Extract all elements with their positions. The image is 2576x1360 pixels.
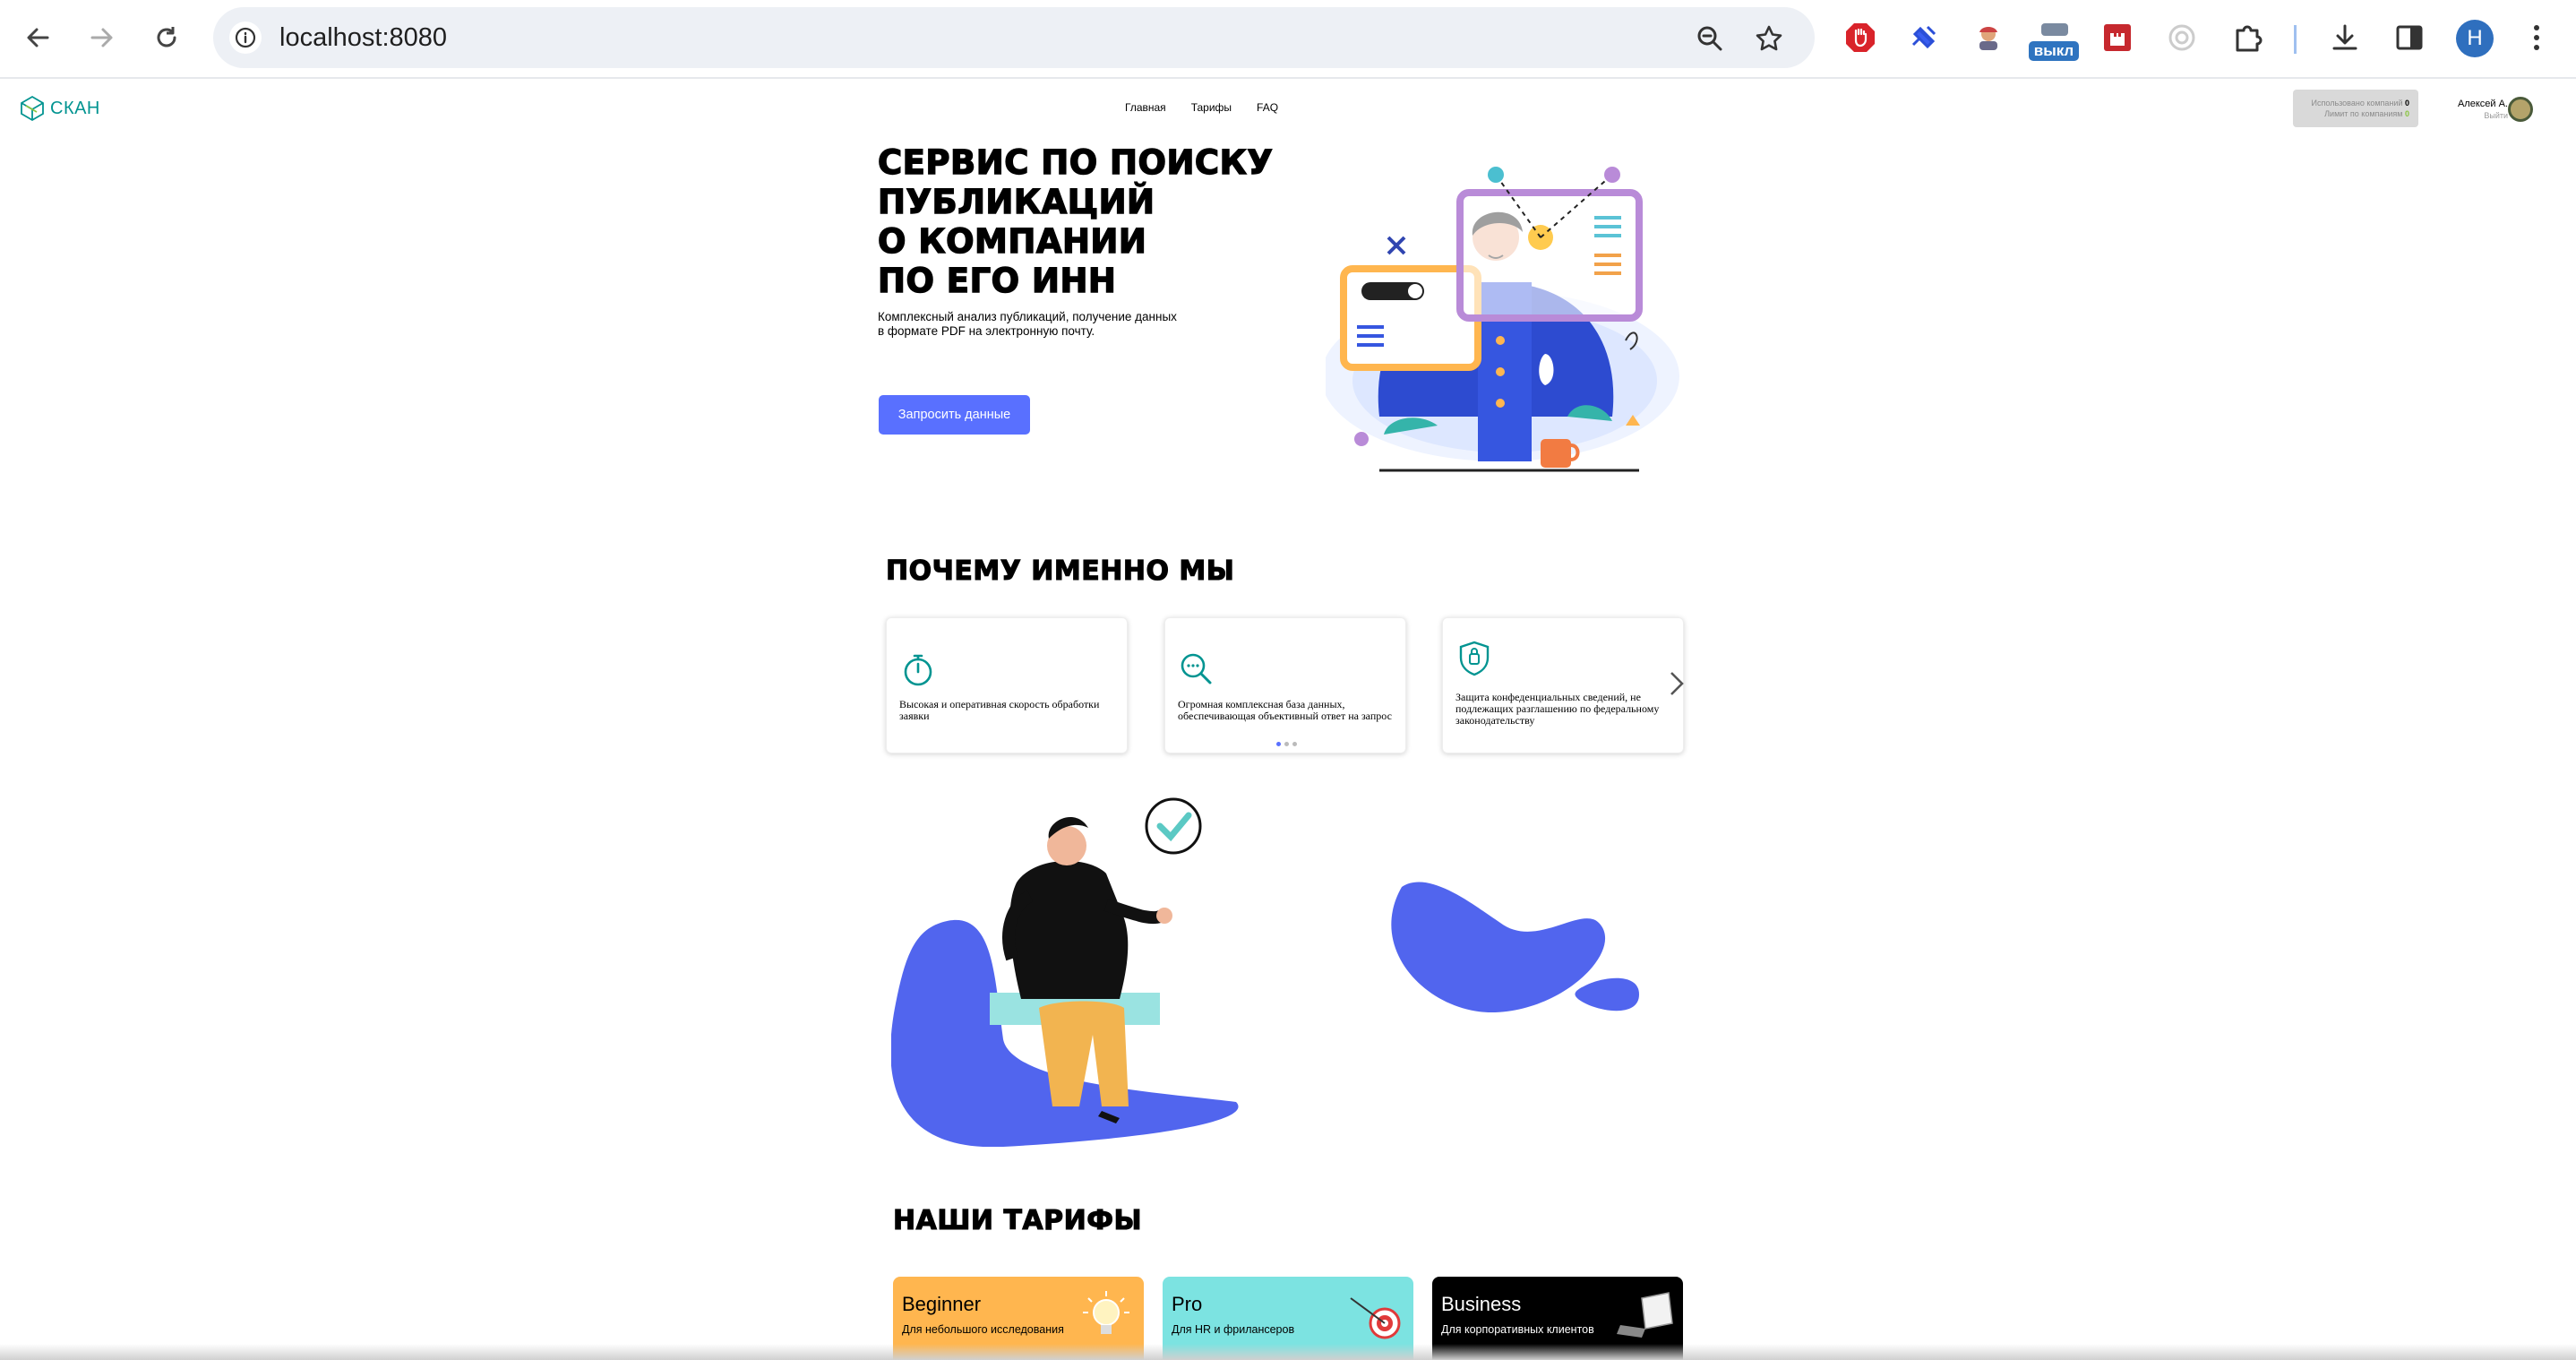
logout-link[interactable]: Выйти	[2484, 111, 2508, 120]
feature-card-text: Высокая и оперативная скорость обработки…	[899, 698, 1100, 722]
user-panel: Алексей А. Выйти	[2454, 95, 2544, 125]
hero-illustration	[1326, 167, 1679, 472]
lightbulb-icon	[1083, 1291, 1129, 1334]
carousel-dots	[1276, 742, 1297, 746]
arrow-right-icon	[90, 28, 113, 47]
tariff-description: Для HR и фрилансеров	[1172, 1323, 1295, 1336]
zoom-icon[interactable]	[1695, 23, 1725, 54]
satellite-extension-icon[interactable]	[1904, 18, 1944, 57]
browser-toolbar: localhost:8080 выкл H	[0, 0, 2576, 79]
feature-card-text: Защита конфеденциальных сведений, не под…	[1455, 691, 1660, 727]
logo-cube-icon	[21, 95, 44, 122]
target-icon	[1350, 1297, 1401, 1339]
carousel-next-icon[interactable]	[1668, 670, 1686, 697]
tariff-name: Business	[1441, 1293, 1522, 1315]
url-text[interactable]: localhost:8080	[279, 22, 447, 54]
tariff-description: Для корпоративных клиентов	[1441, 1323, 1594, 1336]
tariffs-title: НАШИ ТАРИФЫ	[892, 1204, 1143, 1236]
feature-card-text: Огромная комплексная база данных, обеспе…	[1178, 698, 1392, 722]
why-us-title: ПОЧЕМУ ИМЕННО МЫ	[885, 555, 1235, 587]
main-nav: Главная Тарифы FAQ	[1125, 101, 1278, 114]
window-bottom-edge	[0, 1344, 2576, 1360]
user-name: Алексей А.	[2457, 99, 2508, 109]
hero-title-line: О КОМПАНИИ	[877, 221, 1147, 261]
address-bar[interactable]: localhost:8080	[213, 7, 1815, 68]
feature-card: Защита конфеденциальных сведений, не под…	[1442, 617, 1684, 753]
hero-title-line: ПУБЛИКАЦИЙ	[877, 182, 1155, 221]
usage-info-panel: Использовано компаний 0 Лимит по компани…	[2293, 90, 2418, 127]
castle-extension-icon[interactable]	[2098, 18, 2137, 57]
menu-kebab-icon[interactable]	[2517, 18, 2556, 57]
bookmark-star-icon[interactable]	[1754, 23, 1784, 54]
site-info-icon[interactable]	[229, 22, 262, 54]
feature-card: Высокая и оперативная скорость обработки…	[886, 617, 1128, 753]
nav-link-home[interactable]: Главная	[1125, 101, 1166, 114]
middle-illustration	[891, 797, 1639, 1147]
feature-card: Огромная комплексная база данных, обеспе…	[1164, 617, 1406, 753]
search-icon	[1181, 653, 1212, 684]
tariff-name: Beginner	[902, 1293, 982, 1315]
nav-link-faq[interactable]: FAQ	[1257, 101, 1278, 114]
logo-text: СКАН	[50, 98, 100, 118]
request-data-button[interactable]: Запросить данные	[879, 395, 1030, 435]
carousel-dot[interactable]	[1292, 742, 1297, 746]
puzzle-extensions-icon[interactable]	[2228, 18, 2268, 57]
used-companies-value: 0	[2404, 99, 2409, 108]
laptop-icon	[1617, 1292, 1673, 1338]
profile-avatar[interactable]: H	[2456, 20, 2494, 57]
carousel-dot[interactable]	[1276, 742, 1281, 746]
toolbar-divider	[2294, 25, 2297, 54]
tariff-name: Pro	[1172, 1293, 1203, 1315]
toggle-extension-icon[interactable]: выкл	[2029, 22, 2079, 61]
user-avatar[interactable]	[2508, 97, 2533, 122]
back-button[interactable]	[18, 18, 57, 57]
reload-button[interactable]	[147, 18, 186, 57]
carousel-dot[interactable]	[1284, 742, 1289, 746]
company-limit-label: Лимит по компаниям	[2324, 109, 2403, 118]
avatar-extension-icon[interactable]	[1969, 18, 2008, 57]
hero-subtitle: Комплексный анализ публикаций, получение…	[878, 310, 1218, 339]
timer-icon	[904, 654, 932, 686]
spinner-extension-icon[interactable]	[2162, 18, 2202, 57]
hero-title: СЕРВИС ПО ПОИСКУ ПУБЛИКАЦИЙ О КОМПАНИИ П…	[877, 142, 1326, 301]
forward-button[interactable]	[82, 18, 122, 57]
shield-icon	[1459, 641, 1490, 676]
hero-subtitle-line: в формате PDF на электронную почту.	[878, 324, 1095, 338]
company-limit-value: 0	[2404, 109, 2409, 118]
side-panel-icon[interactable]	[2390, 18, 2429, 57]
download-icon[interactable]	[2325, 18, 2365, 57]
tariff-description: Для небольшого исследования	[902, 1323, 1064, 1336]
arrow-left-icon	[27, 28, 49, 47]
hero-title-line: ПО ЕГО ИНН	[877, 261, 1117, 300]
used-companies-label: Использовано компаний	[2311, 99, 2403, 108]
adblock-extension-icon[interactable]	[1841, 18, 1880, 57]
site-logo[interactable]: СКАН	[18, 93, 100, 124]
hero-subtitle-line: Комплексный анализ публикаций, получение…	[878, 310, 1177, 323]
hero-title-line: СЕРВИС ПО ПОИСКУ	[877, 142, 1274, 182]
nav-link-tariffs[interactable]: Тарифы	[1191, 101, 1232, 114]
extension-badge: выкл	[2029, 41, 2079, 61]
reload-icon	[157, 27, 176, 47]
